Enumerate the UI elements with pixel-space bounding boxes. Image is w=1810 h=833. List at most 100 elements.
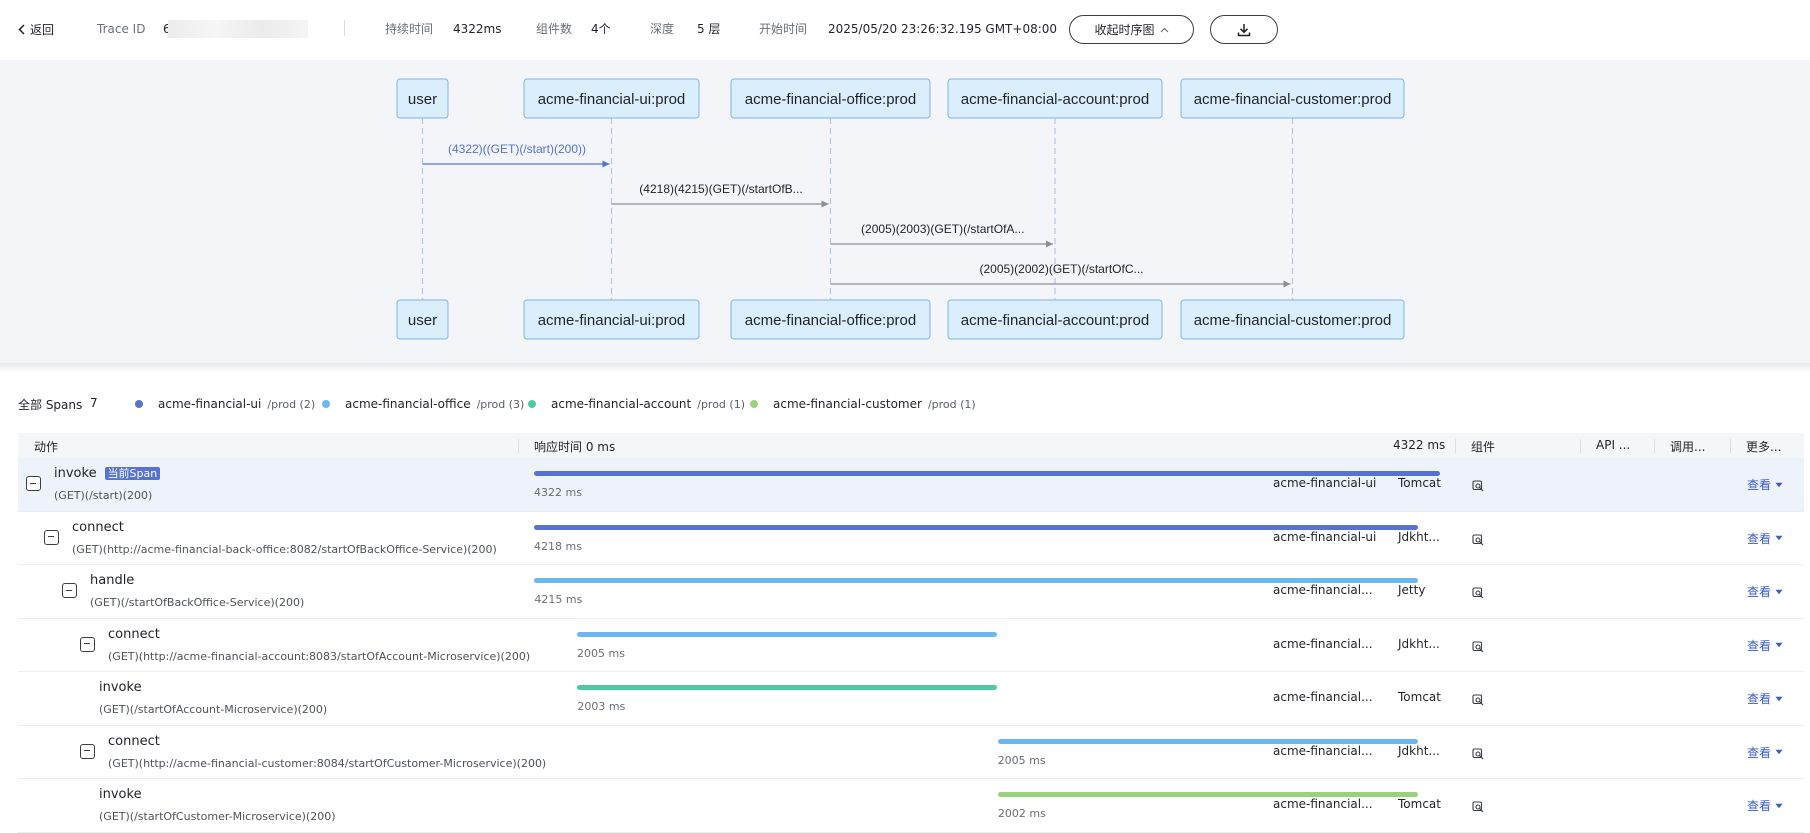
chevron-up-icon [1160,27,1168,32]
span-detail: (GET)(/startOfAccount-Microservice)(200) [99,703,328,716]
view-label: 查看 [1747,692,1772,706]
caret-down-icon [1775,803,1783,808]
legend-service-env: /prod (2) [267,397,316,411]
table-row[interactable]: handle (GET)(/startOfBackOffice-Service)(… [18,565,1804,619]
legend-service-name: acme-financial-account [551,397,692,411]
call-detail-icon[interactable] [1472,584,1484,603]
span-action: invoke 当前Span [54,466,161,481]
span-action-name: invoke [99,787,142,802]
call-detail-icon[interactable] [1472,691,1484,710]
component-cell: acme-financial... [1273,690,1373,704]
participant-label: acme-financial-office:prod [745,91,916,108]
header-api: API ... [1596,438,1631,452]
collapse-sequence-button[interactable]: 收起时序图 [1069,15,1194,44]
span-action-name: connect [108,733,160,749]
participant-label: acme-financial-account:prod [961,312,1149,329]
legend-service-name: acme-financial-ui [158,397,262,411]
view-dropdown[interactable]: 查看 [1747,797,1783,814]
span-detail: (GET)(http://acme-financial-back-office:… [72,542,497,556]
table-row[interactable]: invoke (GET)(/startOfAccount-Microservice… [18,672,1804,726]
legend-service-name: acme-financial-customer [773,397,922,411]
legend-item[interactable]: acme-financial-account/prod (1) [528,396,745,412]
depth-label: 深度 [650,22,675,36]
span-action-name: invoke [54,466,97,481]
span-detail: (GET)(/start)(200) [54,489,153,502]
collapse-toggle-icon[interactable] [80,743,95,759]
header-separator [1730,439,1731,453]
legend-dot [750,400,758,408]
legend-service-env: /prod (1) [697,397,745,411]
caret-down-icon [1775,642,1783,648]
legend-service-env: /prod (1) [927,397,976,411]
trace-id-label: Trace ID [97,22,146,36]
participant-box[interactable]: acme-financial-office:prod [730,299,931,340]
participant-label: acme-financial-customer:prod [1194,91,1392,108]
start-time-label: 开始时间 [759,22,808,36]
view-label: 查看 [1747,478,1772,492]
table-row[interactable]: connect (GET)(http://acme-financial-back-… [18,512,1804,565]
component-cell: acme-financial... [1273,743,1373,758]
api-cell: Tomcat [1398,690,1441,704]
legend-item[interactable]: acme-financial-ui/prod (2) [135,396,315,412]
participant-label: acme-financial-account:prod [961,91,1149,108]
view-dropdown[interactable]: 查看 [1747,690,1783,707]
trace-header: 返回 Trace ID 68 持续时间 4322ms 组件数 4个 深度 5 层… [0,0,1810,60]
duration-label: 4215 ms [534,593,583,606]
participant-box[interactable]: acme-financial-office:prod [730,78,931,119]
collapse-toggle-icon[interactable] [80,636,95,652]
span-action: handle [90,573,134,588]
table-row[interactable]: invoke (GET)(/startOfCustomer-Microservic… [18,779,1804,833]
participant-label: acme-financial-office:prod [745,312,916,329]
message-label[interactable]: (2005)(2003)(GET)(/startOfA... [861,222,1024,236]
table-header: 动作 响应时间 0 ms 4322 ms 组件 API ... 调用... 更多… [18,433,1804,458]
view-dropdown[interactable]: 查看 [1747,476,1783,493]
table-row[interactable]: invoke 当前Span (GET)(/start)(200) 4322 ms acm… [18,458,1804,512]
download-button[interactable] [1210,15,1278,44]
collapse-toggle-icon[interactable] [26,476,41,491]
call-detail-icon[interactable] [1472,798,1484,817]
spans-title: 全部 Spans [18,398,83,412]
participant-box[interactable]: acme-financial-ui:prod [523,78,700,119]
start-time-value: 2025/05/20 23:26:32.195 GMT+08:00 [828,22,1058,36]
view-dropdown[interactable]: 查看 [1747,530,1783,547]
call-detail-icon[interactable] [1472,638,1484,657]
api-cell: Jetty [1398,583,1426,597]
legend-item[interactable]: acme-financial-office/prod (3) [322,396,524,412]
participant-box[interactable]: user [396,299,449,340]
legend-item[interactable]: acme-financial-customer/prod (1) [750,396,976,412]
view-dropdown[interactable]: 查看 [1747,637,1783,654]
call-detail-icon[interactable] [1472,745,1484,764]
span-action: connect [72,520,124,535]
duration-label: 持续时间 [385,22,434,36]
duration-bar [577,685,998,690]
sequence-divider [0,363,1810,372]
participant-label: acme-financial-ui:prod [538,91,686,108]
download-icon [1237,23,1251,36]
table-row[interactable]: connect (GET)(http://acme-financial-custo… [18,726,1804,779]
component-cell: acme-financial-ui [1273,529,1377,544]
header-separator [1455,439,1456,453]
participant-box[interactable]: acme-financial-customer:prod [1180,299,1405,340]
view-dropdown[interactable]: 查看 [1747,744,1783,761]
trace-id-mask [168,20,308,38]
header-call: 调用... [1670,440,1706,454]
participant-box[interactable]: acme-financial-account:prod [947,78,1163,119]
legend-service-name: acme-financial-office [345,397,471,411]
message-label[interactable]: (4218)(4215)(GET)(/startOfB... [639,182,802,196]
message-label[interactable]: (4322)((GET)(/start)(200)) [448,142,586,156]
view-dropdown[interactable]: 查看 [1747,583,1783,600]
participant-box[interactable]: acme-financial-account:prod [947,299,1163,340]
participant-box[interactable]: user [396,78,449,119]
collapse-toggle-icon[interactable] [62,583,77,598]
call-detail-icon[interactable] [1472,531,1484,550]
call-detail-icon[interactable] [1472,477,1484,496]
back-button[interactable]: 返回 [18,19,54,39]
message-label[interactable]: (2005)(2002)(GET)(/startOfC... [979,262,1143,276]
collapse-toggle-icon[interactable] [44,529,59,545]
table-row[interactable]: connect (GET)(http://acme-financial-accou… [18,619,1804,672]
duration-bar [577,631,998,637]
participant-box[interactable]: acme-financial-customer:prod [1180,78,1405,119]
participant-box[interactable]: acme-financial-ui:prod [523,299,700,340]
sequence-diagram: user user acme-financial-ui:prod acme-finan… [0,60,1810,363]
duration-label: 2005 ms [577,646,625,660]
